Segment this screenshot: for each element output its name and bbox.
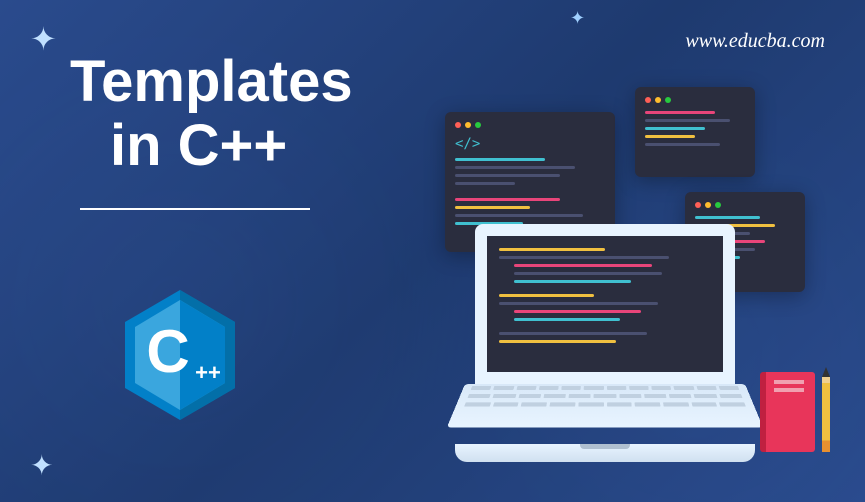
laptop-screen [475,224,735,384]
code-window-2 [635,87,755,177]
code-tag-icon: </> [455,136,605,152]
website-url: www.educba.com [685,30,825,53]
laptop-illustration: </> [405,82,835,482]
svg-text:++: ++ [195,360,221,385]
pencil-icon [822,377,830,452]
window-controls [455,122,605,128]
laptop-keyboard [447,384,763,428]
window-controls [645,97,745,103]
sparkle-decoration: ✦ [570,8,585,29]
sparkle-decoration: ✦ [30,449,53,482]
title-divider [80,208,310,210]
title-line-2: in C++ [70,114,353,178]
notebook-icon [760,372,815,452]
laptop-icon [455,224,755,462]
title-line-1: Templates [70,50,353,114]
sparkle-decoration: ✦ [30,20,57,58]
window-controls [695,202,795,208]
svg-text:C: C [146,318,189,385]
page-title: Templates in C++ [70,50,353,210]
laptop-base [455,444,755,462]
cpp-logo-icon: C ++ [120,290,240,425]
